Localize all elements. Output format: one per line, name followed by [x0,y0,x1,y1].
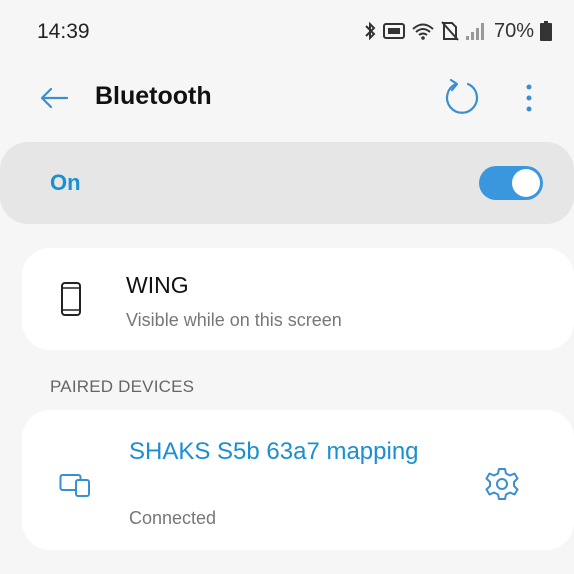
no-sim-icon [441,21,459,41]
device-visibility: Visible while on this screen [126,310,342,330]
back-button[interactable] [36,82,72,114]
bluetooth-icon [363,21,377,41]
page-title: Bluetooth [95,82,212,110]
gear-icon [485,468,519,500]
refresh-button[interactable] [438,76,486,120]
device-settings-button[interactable] [480,462,524,506]
phone-icon [60,281,82,322]
battery-icon [540,21,552,41]
toggle-label: On [50,170,81,195]
status-icons: 70% [363,17,552,45]
signal-icon [465,21,487,41]
nfc-icon [382,22,405,40]
devices-icon [59,472,91,503]
paired-device-status: Connected [129,508,217,528]
more-vertical-icon [526,84,532,112]
bluetooth-settings-screen: 14:39 70% Bluetooth On WING Visible whil… [0,0,574,574]
app-header: Bluetooth [0,64,574,132]
paired-device-name: SHAKS S5b 63a7 mapping [129,438,419,465]
paired-devices-header: PAIRED DEVICES [50,377,195,396]
status-bar: 14:39 70% [0,0,574,64]
status-time: 14:39 [37,20,90,43]
device-name: WING [126,272,189,298]
this-device-card[interactable]: WING Visible while on this screen [22,248,574,350]
arrow-left-icon [40,87,69,109]
bluetooth-switch[interactable] [479,166,543,200]
switch-knob [512,169,540,197]
wifi-icon [411,21,435,41]
bluetooth-toggle-row[interactable]: On [0,142,574,224]
more-options-button[interactable] [514,76,544,120]
refresh-icon [445,78,479,114]
battery-percent: 70% [493,19,534,42]
paired-device-item[interactable]: SHAKS S5b 63a7 mapping Connected [22,410,574,550]
